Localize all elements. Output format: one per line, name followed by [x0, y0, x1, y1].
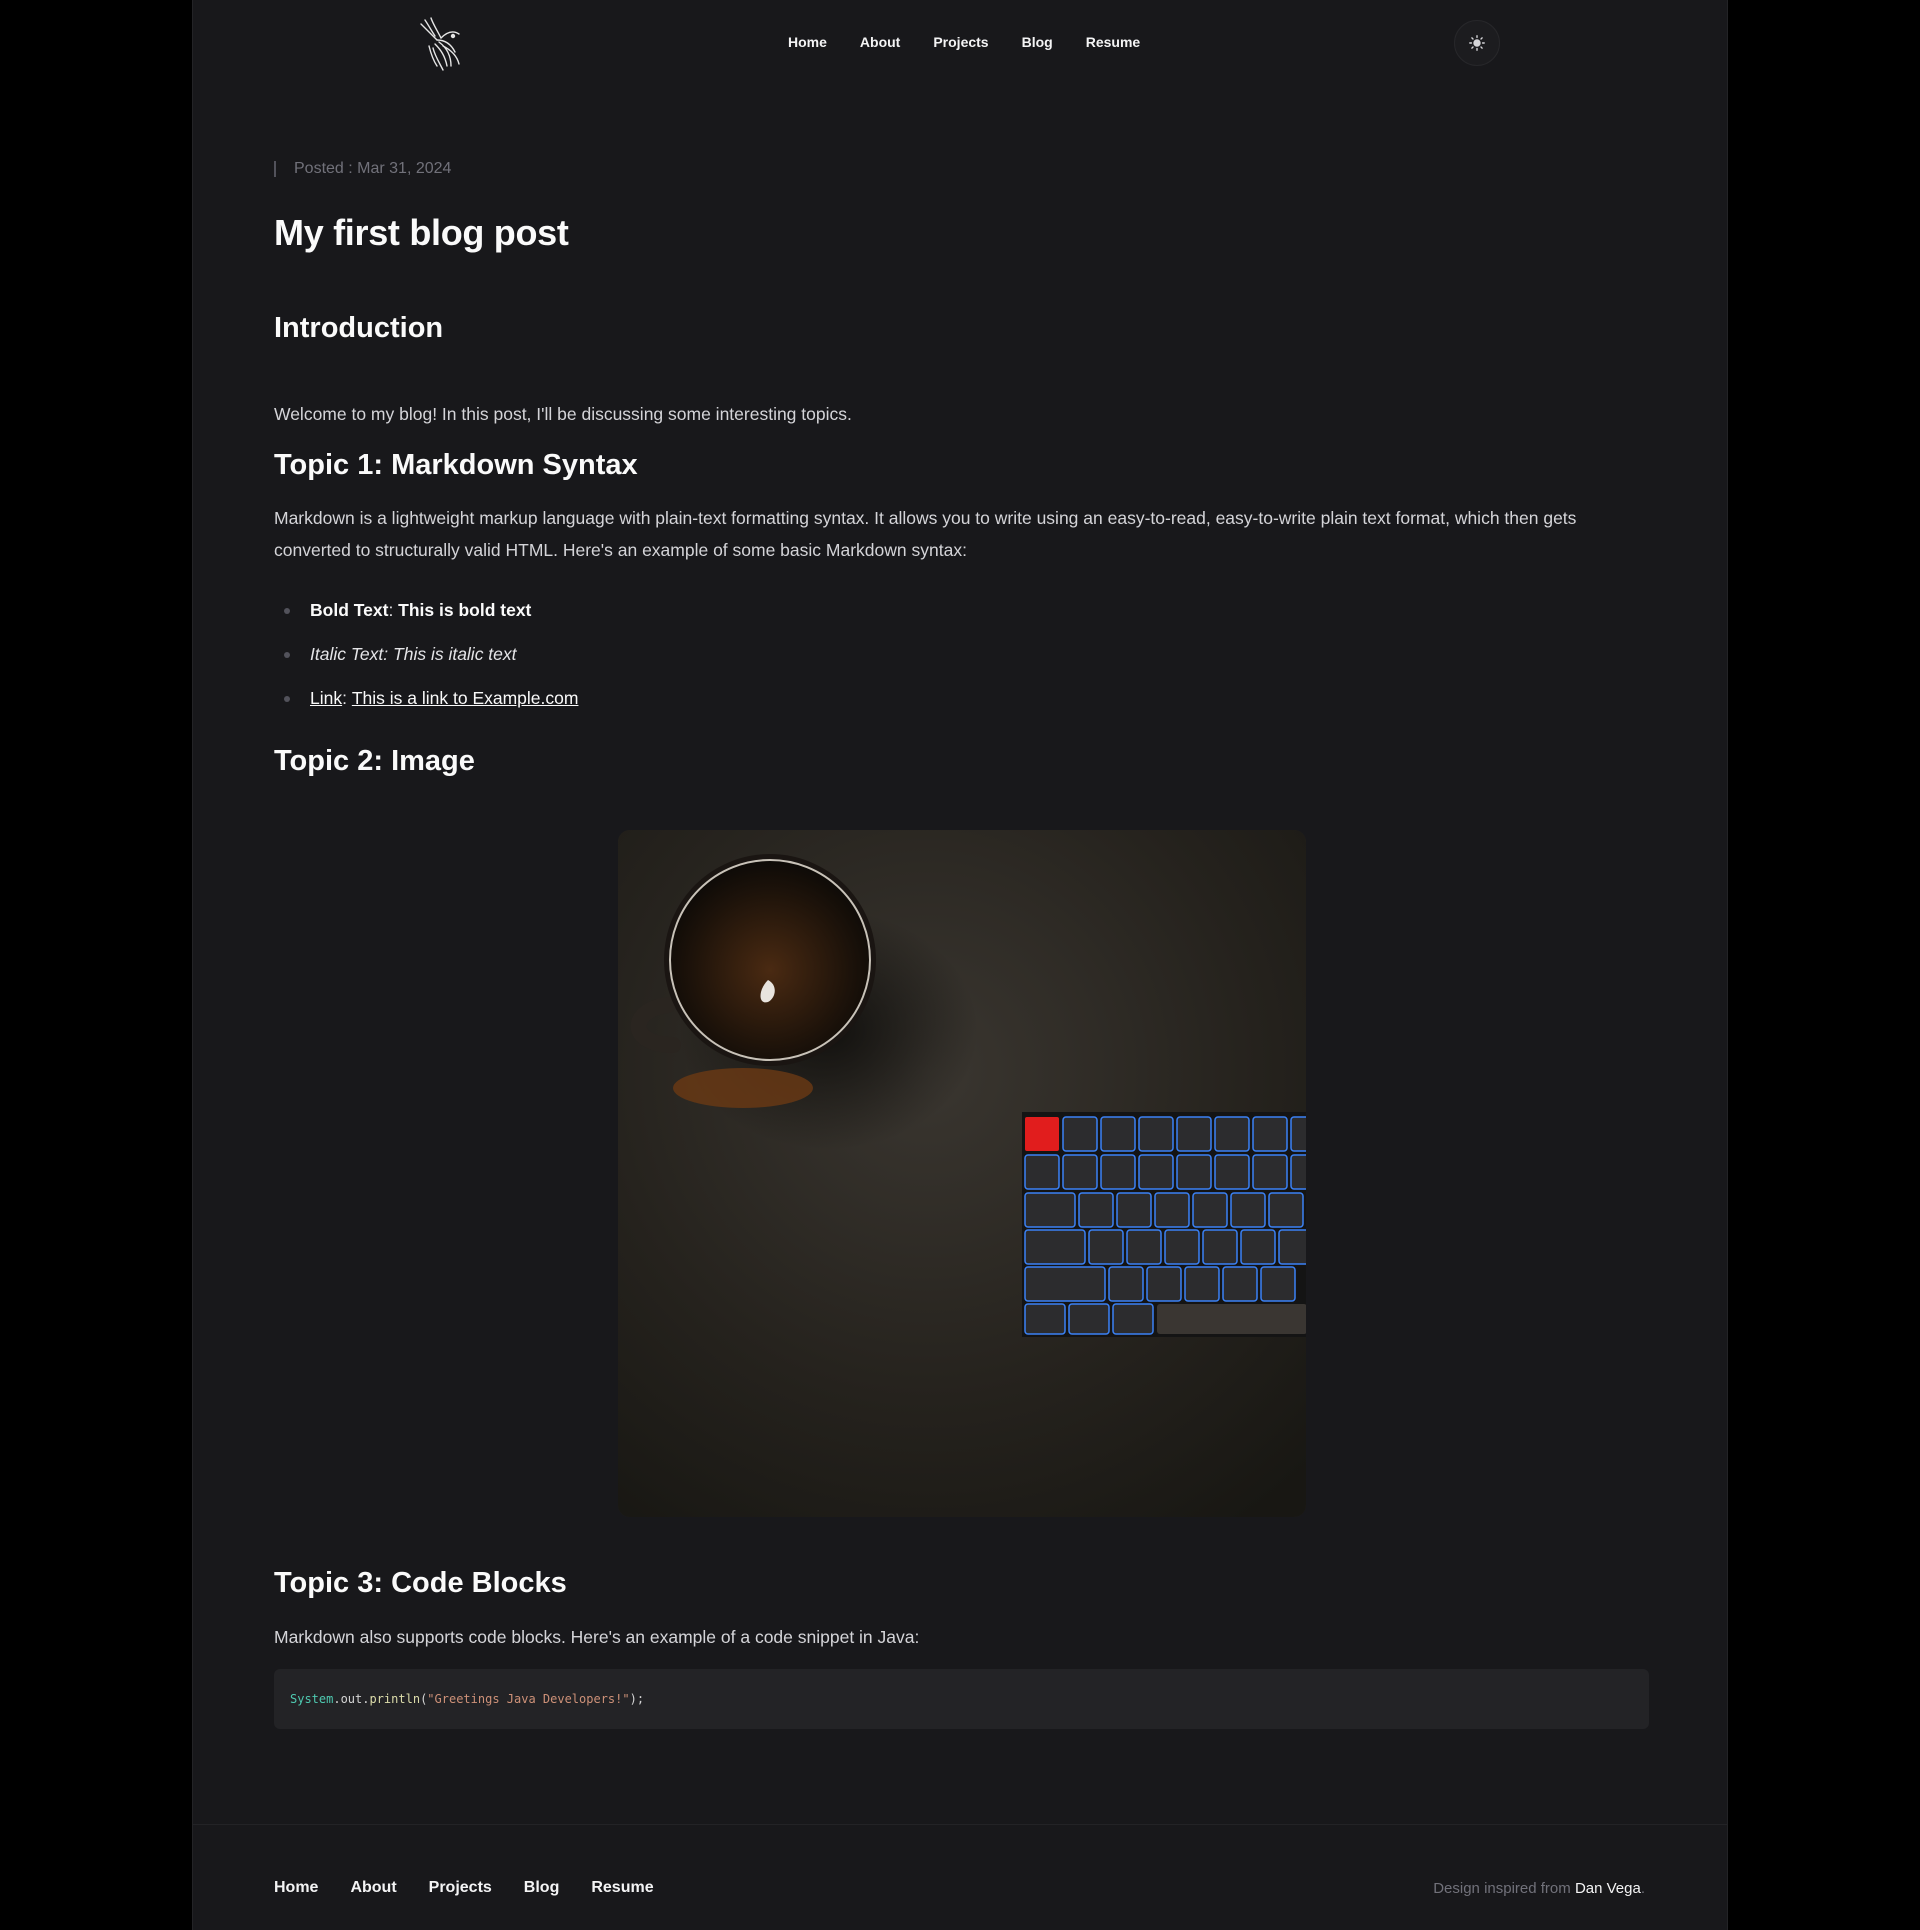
footer-item-resume[interactable]: Resume [591, 1879, 653, 1897]
footer-item-home[interactable]: Home [274, 1879, 318, 1897]
code-string-token: "Greetings Java Developers!" [427, 1692, 630, 1706]
page: Home About Projects Blog Resume Posted :… [192, 0, 1728, 1930]
heading-topic-3: Topic 3: Code Blocks [274, 1567, 567, 1599]
list-item: Link: This is a link to Example.com [274, 682, 578, 726]
code-close-paren: ); [629, 1692, 645, 1706]
topic-3-paragraph: Markdown also supports code blocks. Here… [274, 1627, 920, 1647]
list-separator: : [388, 600, 399, 620]
page-title: My first blog post [274, 212, 569, 253]
post-date-text: Posted : Mar 31, 2024 [294, 160, 452, 177]
footer-item-projects[interactable]: Projects [429, 1879, 492, 1897]
nav-item-projects[interactable]: Projects [933, 34, 988, 50]
nav-item-blog[interactable]: Blog [1022, 34, 1053, 50]
italic-label: Italic Text [310, 644, 384, 664]
code-open-paren: ( [420, 1692, 428, 1706]
heading-topic-1: Topic 1: Markdown Syntax [274, 449, 638, 481]
code-class-token: System [290, 1692, 334, 1706]
coffee-keyboard-image [618, 830, 1306, 1517]
footer-item-blog[interactable]: Blog [524, 1879, 560, 1897]
footer-nav: Home About Projects Blog Resume [274, 1879, 686, 1897]
markdown-examples-list: Bold Text: This is bold text Italic Text… [274, 594, 578, 726]
credit-prefix: Design inspired from [1433, 1880, 1575, 1897]
list-separator: : [383, 644, 394, 664]
sun-icon [1469, 35, 1485, 51]
credit-author-link[interactable]: Dan Vega [1575, 1880, 1641, 1897]
code-member-token: .out. [333, 1692, 370, 1706]
list-item: Bold Text: This is bold text [274, 594, 578, 638]
site-footer: Home About Projects Blog Resume Design i… [193, 1824, 1727, 1930]
link-label[interactable]: Link [310, 688, 342, 708]
code-block: System .out. println("Greetings Java Devel… [274, 1669, 1649, 1729]
list-item: Italic Text: This is italic text [274, 638, 578, 682]
heading-introduction: Introduction [274, 312, 444, 344]
bold-label: Bold Text [310, 600, 389, 620]
example-com-link[interactable]: This is a link to Example.com [352, 688, 579, 708]
credit-suffix: . [1640, 1880, 1645, 1897]
heading-topic-2: Topic 2: Image [274, 745, 475, 777]
nav-item-resume[interactable]: Resume [1086, 34, 1140, 50]
nav-item-about[interactable]: About [860, 34, 900, 50]
topic-1-paragraph: Markdown is a lightweight markup languag… [274, 508, 1577, 560]
code-method-token: println [369, 1692, 421, 1706]
theme-toggle-button[interactable] [1454, 20, 1500, 66]
nav-item-home[interactable]: Home [788, 34, 827, 50]
site-header: Home About Projects Blog Resume [193, 0, 1727, 86]
phoenix-logo-icon[interactable] [417, 16, 465, 72]
intro-paragraph: Welcome to my blog! In this post, I'll b… [274, 404, 852, 424]
date-divider [274, 161, 276, 177]
italic-value: This is italic text [393, 644, 517, 664]
footer-item-about[interactable]: About [350, 1879, 396, 1897]
bold-value: This is bold text [398, 600, 532, 620]
post-date: Posted : Mar 31, 2024 [274, 160, 451, 178]
design-credit: Design inspired from Dan Vega. [1433, 1880, 1645, 1897]
list-separator: : [342, 688, 352, 708]
main-nav: Home About Projects Blog Resume [788, 34, 1173, 50]
